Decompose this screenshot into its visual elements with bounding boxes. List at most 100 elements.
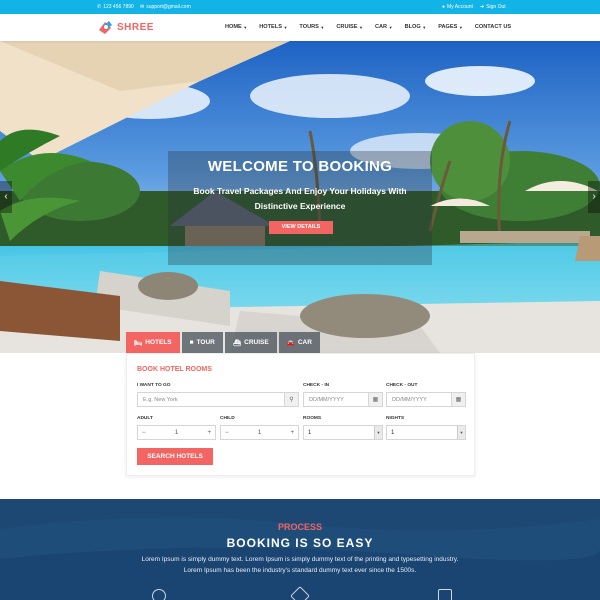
nav-item-contact-us[interactable]: CONTACT US (475, 24, 511, 30)
nav-item-tours[interactable]: TOURS ▼ (299, 24, 324, 30)
nav-item-label: TOURS (299, 24, 319, 30)
caret-down-icon: ▼ (283, 24, 288, 30)
nav-item-label: CONTACT US (474, 24, 512, 30)
process-text-line2: Lorem Ipsum has been the industry's stan… (183, 567, 417, 574)
tab-label: CAR (297, 339, 312, 346)
email-contact[interactable]: ✉ support@gmail.com (140, 4, 191, 10)
main-navbar: SHREE HOME ▼ HOTELS ▼ TOURS ▼ CRUISE ▼ CAR ▼ … (0, 14, 600, 41)
adult-value: 1 (174, 429, 179, 436)
sign-out-icon: ➜ (480, 4, 485, 10)
brand-logo[interactable]: SHREE (97, 19, 154, 36)
check-out-input[interactable]: DD/MM/YYYY ▦ (386, 392, 466, 407)
hero-title: WELCOME TO BOOKING (207, 158, 393, 175)
tab-label: TOUR (196, 339, 215, 346)
phone-icon: ✆ (97, 4, 102, 10)
nav-item-car[interactable]: CAR ▼ (375, 24, 393, 30)
tab-label: CRUISE (244, 339, 269, 346)
child-stepper[interactable]: − 1 + (220, 425, 299, 440)
search-step-icon (152, 589, 166, 600)
my-account-label: My Account (447, 4, 473, 10)
plus-icon[interactable]: + (290, 430, 294, 436)
hero-banner: WELCOME TO BOOKING Book Travel Packages … (0, 41, 600, 353)
check-in-input[interactable]: DD/MM/YYYY ▦ (303, 392, 383, 407)
slider-prev-button[interactable]: ‹ (0, 181, 12, 213)
adult-stepper[interactable]: − 1 + (137, 425, 216, 440)
view-details-button[interactable]: VIEW DETAILS (269, 221, 333, 234)
plus-icon[interactable]: + (207, 430, 211, 436)
process-label: PROCESS (277, 522, 322, 532)
email-address: support@gmail.com (146, 4, 191, 10)
hero-subtitle: Book Travel Packages And Enjoy Your Holi… (180, 184, 420, 214)
brand-name: SHREE (117, 22, 154, 33)
calendar-icon: ▦ (368, 393, 382, 406)
tab-cruise[interactable]: ⛴ CRUISE (224, 332, 277, 353)
sign-out-label: Sign Out (486, 4, 506, 10)
nights-label: NIGHTS (386, 416, 405, 421)
suitcase-icon: ■ (189, 339, 194, 346)
nights-value: 1 (391, 429, 395, 436)
tab-tour[interactable]: ■ TOUR (181, 332, 223, 353)
map-marker-icon: ⚲ (284, 393, 298, 406)
nights-select[interactable]: 1 ▼ (386, 425, 466, 440)
process-title: BOOKING IS SO EASY (226, 536, 374, 550)
hero-subtitle-line1: Book Travel Packages And Enjoy Your Holi… (193, 186, 407, 196)
nav-item-pages[interactable]: PAGES ▼ (438, 24, 463, 30)
destination-label: I WANT TO GO (137, 383, 171, 388)
tab-label: HOTELS (145, 339, 172, 346)
check-in-placeholder: DD/MM/YYYY (309, 396, 344, 403)
nav-item-hotels[interactable]: HOTELS ▼ (259, 24, 287, 30)
caret-down-icon: ▼ (458, 24, 463, 30)
caret-down-icon: ▼ (320, 24, 325, 30)
mail-icon: ✉ (140, 4, 145, 10)
process-description: Lorem Ipsum is simply dummy text. Lorem … (120, 554, 480, 576)
rooms-label: ROOMS (303, 416, 322, 421)
calendar-step-icon (438, 589, 452, 600)
nav-item-label: HOTELS (259, 24, 282, 30)
nav-item-label: CRUISE (336, 24, 358, 30)
slider-next-button[interactable]: › (588, 181, 600, 213)
adult-label: ADULT (137, 416, 153, 421)
rooms-value: 1 (308, 429, 312, 436)
car-icon: 🚘 (286, 339, 295, 347)
search-tabs: 🛏 HOTELS ■ TOUR ⛴ CRUISE 🚘 CAR (126, 332, 320, 353)
bed-icon: 🛏 (134, 339, 143, 347)
hero-subtitle-line2: Distinctive Experience (254, 201, 346, 211)
minus-icon[interactable]: − (225, 430, 229, 436)
sign-out-link[interactable]: ➜ Sign Out (480, 4, 506, 10)
caret-down-icon: ▼ (422, 24, 427, 30)
tab-car[interactable]: 🚘 CAR (278, 332, 320, 353)
phone-number: 123 456 7890 (103, 4, 134, 10)
dropdown-arrow-icon: ▼ (374, 426, 382, 439)
logo-icon (97, 19, 114, 36)
chevron-left-icon: ‹ (4, 191, 8, 202)
ship-icon: ⛴ (232, 339, 242, 347)
caret-down-icon: ▼ (243, 24, 248, 30)
check-out-label: CHECK - OUT (386, 383, 418, 388)
hotel-search-panel: BOOK HOTEL ROOMS I WANT TO GO E.g. New Y… (126, 353, 475, 476)
my-account-link[interactable]: ● My Account (442, 4, 473, 10)
user-icon: ● (442, 4, 446, 10)
nav-menu: HOME ▼ HOTELS ▼ TOURS ▼ CRUISE ▼ CAR ▼ BLOG ▼ … (225, 24, 523, 30)
caret-down-icon: ▼ (359, 24, 363, 30)
nav-item-blog[interactable]: BLOG ▼ (405, 24, 427, 30)
minus-icon[interactable]: − (142, 430, 146, 436)
tab-hotels[interactable]: 🛏 HOTELS (126, 332, 180, 353)
top-bar: ✆ 123 456 7890 ✉ support@gmail.com ● My … (0, 0, 600, 14)
chevron-right-icon: › (592, 191, 596, 202)
check-in-label: CHECK - IN (303, 383, 330, 388)
destination-placeholder: E.g. New York (143, 396, 178, 403)
rooms-select[interactable]: 1 ▼ (303, 425, 383, 440)
process-text-line1: Lorem Ipsum is simply dummy text. Lorem … (141, 556, 459, 563)
nav-item-cruise[interactable]: CRUISE ▼ (336, 24, 363, 30)
check-out-placeholder: DD/MM/YYYY (392, 396, 427, 403)
phone-contact[interactable]: ✆ 123 456 7890 (97, 4, 134, 10)
child-label: CHILD (220, 416, 235, 421)
nav-item-label: CAR (374, 24, 388, 30)
destination-input[interactable]: E.g. New York ⚲ (137, 392, 299, 407)
nav-item-label: BLOG (404, 24, 421, 30)
dropdown-arrow-icon: ▼ (457, 426, 465, 439)
panel-title: BOOK HOTEL ROOMS (137, 366, 212, 373)
search-hotels-button[interactable]: SEARCH HOTELS (137, 448, 213, 465)
nav-item-home[interactable]: HOME ▼ (225, 24, 247, 30)
calendar-icon: ▦ (451, 393, 465, 406)
